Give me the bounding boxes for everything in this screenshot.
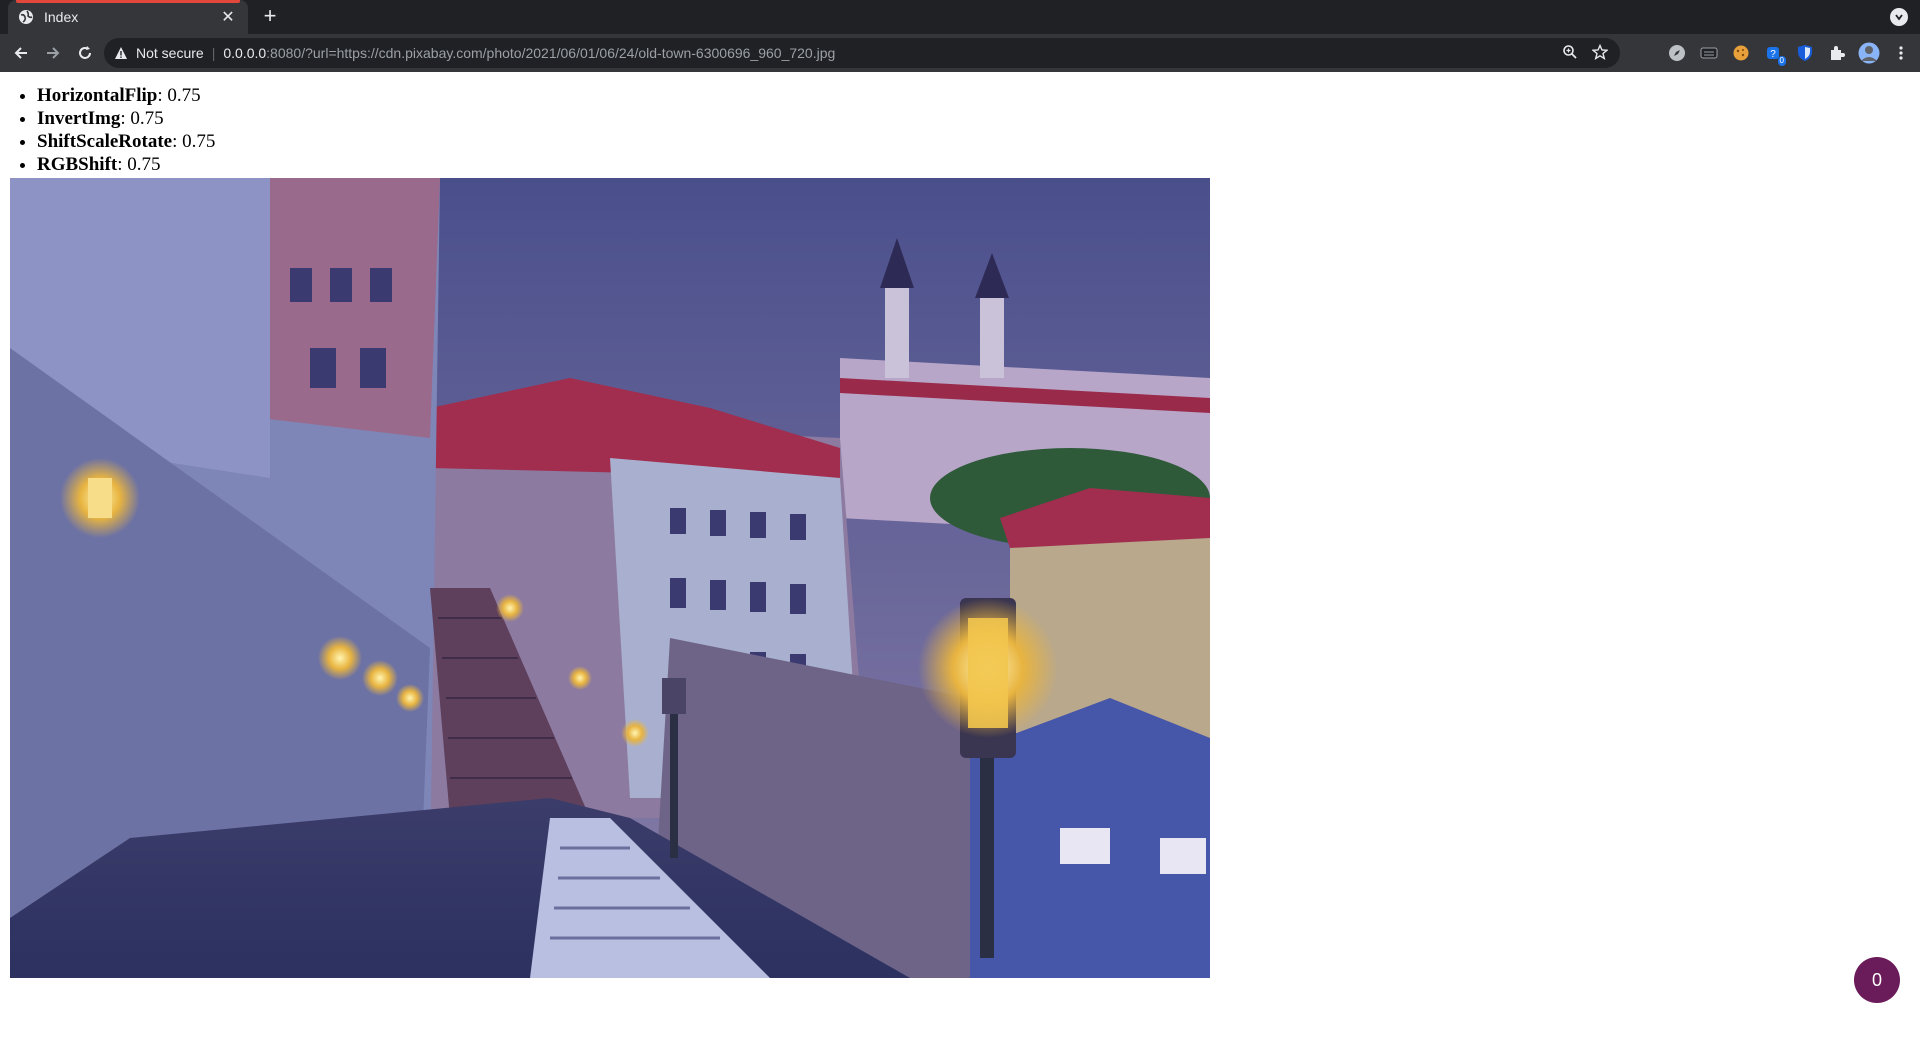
- augmentation-name: HorizontalFlip: [37, 85, 158, 106]
- list-item: RGBShift: 0.75: [37, 153, 1910, 176]
- globe-icon: [18, 9, 34, 25]
- profile-avatar-icon[interactable]: [1858, 42, 1880, 64]
- more-menu-icon[interactable]: [1890, 42, 1912, 64]
- tab-search-icon[interactable]: [1890, 8, 1908, 26]
- augmentation-value: : 0.75: [120, 108, 164, 129]
- svg-text:?: ?: [1770, 49, 1776, 60]
- augmented-photo: [10, 178, 1210, 978]
- back-button[interactable]: [5, 37, 37, 69]
- url-path: :8080/?url=https://cdn.pixabay.com/photo…: [266, 45, 836, 61]
- address-bar[interactable]: Not secure | 0.0.0.0:8080/?url=https://c…: [104, 38, 1620, 68]
- extensions-area: ? 0: [1666, 39, 1912, 67]
- reload-icon: [79, 46, 91, 59]
- security-indicator[interactable]: Not secure |: [114, 45, 223, 61]
- not-secure-label: Not secure: [136, 45, 204, 61]
- reload-button[interactable]: [69, 37, 101, 69]
- new-tab-button[interactable]: +: [258, 5, 282, 29]
- browser-toolbar: Not secure | 0.0.0.0:8080/?url=https://c…: [0, 34, 1920, 72]
- page-content: HorizontalFlip: 0.75 InvertImg: 0.75 Shi…: [0, 72, 1920, 986]
- forward-button[interactable]: [37, 37, 69, 69]
- augmentation-value: : 0.75: [117, 154, 161, 175]
- floating-counter-button[interactable]: 0: [1854, 957, 1900, 1003]
- arrow-left-icon: [14, 47, 27, 59]
- notification-extension-icon[interactable]: ? 0: [1762, 42, 1786, 66]
- tab-strip: Index ✕ +: [0, 0, 1920, 34]
- close-tab-icon[interactable]: ✕: [218, 7, 238, 27]
- notification-badge: 0: [1777, 56, 1786, 66]
- puzzle-extensions-icon[interactable]: [1826, 42, 1848, 64]
- augmentation-list: HorizontalFlip: 0.75 InvertImg: 0.75 Shi…: [10, 84, 1910, 176]
- augmentation-value: : 0.75: [157, 85, 201, 106]
- list-item: ShiftScaleRotate: 0.75: [37, 130, 1910, 153]
- zoom-icon[interactable]: [1562, 44, 1578, 63]
- augmentation-name: ShiftScaleRotate: [37, 131, 173, 152]
- warning-icon: [115, 47, 127, 59]
- list-item: InvertImg: 0.75: [37, 107, 1910, 130]
- compass-extension-icon[interactable]: [1666, 42, 1688, 64]
- list-item: HorizontalFlip: 0.75: [37, 84, 1910, 107]
- url-text: 0.0.0.0:8080/?url=https://cdn.pixabay.co…: [223, 45, 835, 61]
- augmentation-value: : 0.75: [172, 131, 216, 152]
- augmentation-name: RGBShift: [37, 154, 118, 175]
- augmentation-name: InvertImg: [37, 108, 121, 129]
- keyboard-extension-icon[interactable]: [1698, 42, 1720, 64]
- bookmark-star-icon[interactable]: [1591, 43, 1609, 63]
- browser-tab[interactable]: Index ✕: [8, 0, 248, 34]
- arrow-right-icon: [47, 47, 60, 59]
- tab-title: Index: [44, 9, 79, 25]
- cookie-extension-icon[interactable]: [1730, 42, 1752, 64]
- url-host: 0.0.0.0: [223, 45, 267, 61]
- shield-extension-icon[interactable]: [1794, 42, 1816, 64]
